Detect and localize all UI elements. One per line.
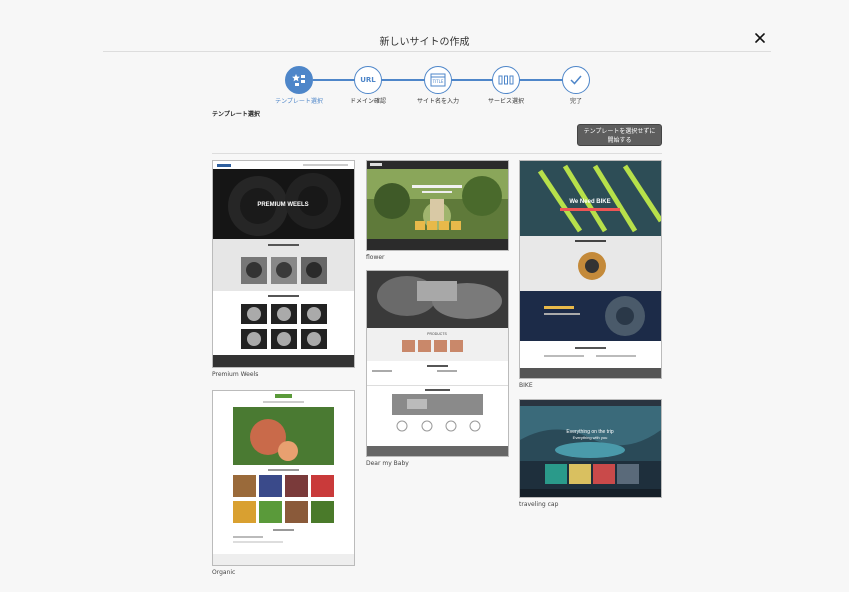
step-label-complete: 完了: [569, 98, 582, 105]
step-site-name[interactable]: TITLE: [424, 66, 452, 94]
template-name-traveling-cap: traveling cap: [519, 501, 559, 508]
skip-template-button[interactable]: テンプレートを選択せずに 開始する: [577, 124, 662, 146]
template-name-organic: Organic: [212, 569, 236, 576]
service-blocks-icon: [498, 75, 514, 85]
template-thumbnail: PRODUCTS: [367, 271, 508, 456]
close-icon: [755, 33, 765, 43]
section-title: テンプレート選択: [212, 111, 260, 118]
dialog-title: 新しいサイトの作成: [379, 37, 470, 48]
template-card-traveling-cap[interactable]: Everything on the trip Everything with y…: [519, 399, 662, 498]
template-thumbnail: PREMIUM WEELS: [213, 161, 354, 367]
template-card-dear-my-baby[interactable]: PRODUCTS: [366, 270, 509, 457]
skip-button-line1: テンプレートを選択せずに: [583, 128, 656, 135]
url-icon: URL: [360, 76, 376, 84]
section-divider: [212, 153, 662, 154]
header-divider: [103, 51, 771, 52]
step-complete[interactable]: [562, 66, 590, 94]
template-thumbnail: [367, 161, 508, 250]
hero-subtext: Everything with you: [573, 435, 608, 440]
template-name-premium-weels: Premium Weels: [212, 371, 259, 378]
close-button[interactable]: [753, 31, 767, 45]
template-name-dear-my-baby: Dear my Baby: [366, 460, 409, 467]
section-text: PRODUCTS: [427, 332, 447, 336]
template-name-bike: BIKE: [519, 382, 533, 389]
template-thumbnail: [213, 391, 354, 565]
star-grid-icon: [292, 74, 305, 86]
template-card-organic[interactable]: [212, 390, 355, 566]
template-thumbnail: Everything on the trip Everything with y…: [520, 400, 661, 497]
step-template-select[interactable]: [285, 66, 313, 94]
hero-text: We Need BIKE: [569, 199, 610, 205]
hero-text: PREMIUM WEELS: [257, 202, 308, 208]
skip-button-line2: 開始する: [607, 137, 632, 144]
title-icon-text: TITLE: [432, 79, 444, 84]
template-thumbnail: We Need BIKE: [520, 161, 661, 378]
step-domain-confirm[interactable]: URL: [354, 66, 382, 94]
template-card-premium-weels[interactable]: PREMIUM WEELS: [212, 160, 355, 368]
template-name-flower: flower: [366, 254, 385, 261]
step-service-select[interactable]: [492, 66, 520, 94]
check-icon: [570, 75, 582, 85]
template-card-flower[interactable]: [366, 160, 509, 251]
template-card-bike[interactable]: We Need BIKE: [519, 160, 662, 379]
